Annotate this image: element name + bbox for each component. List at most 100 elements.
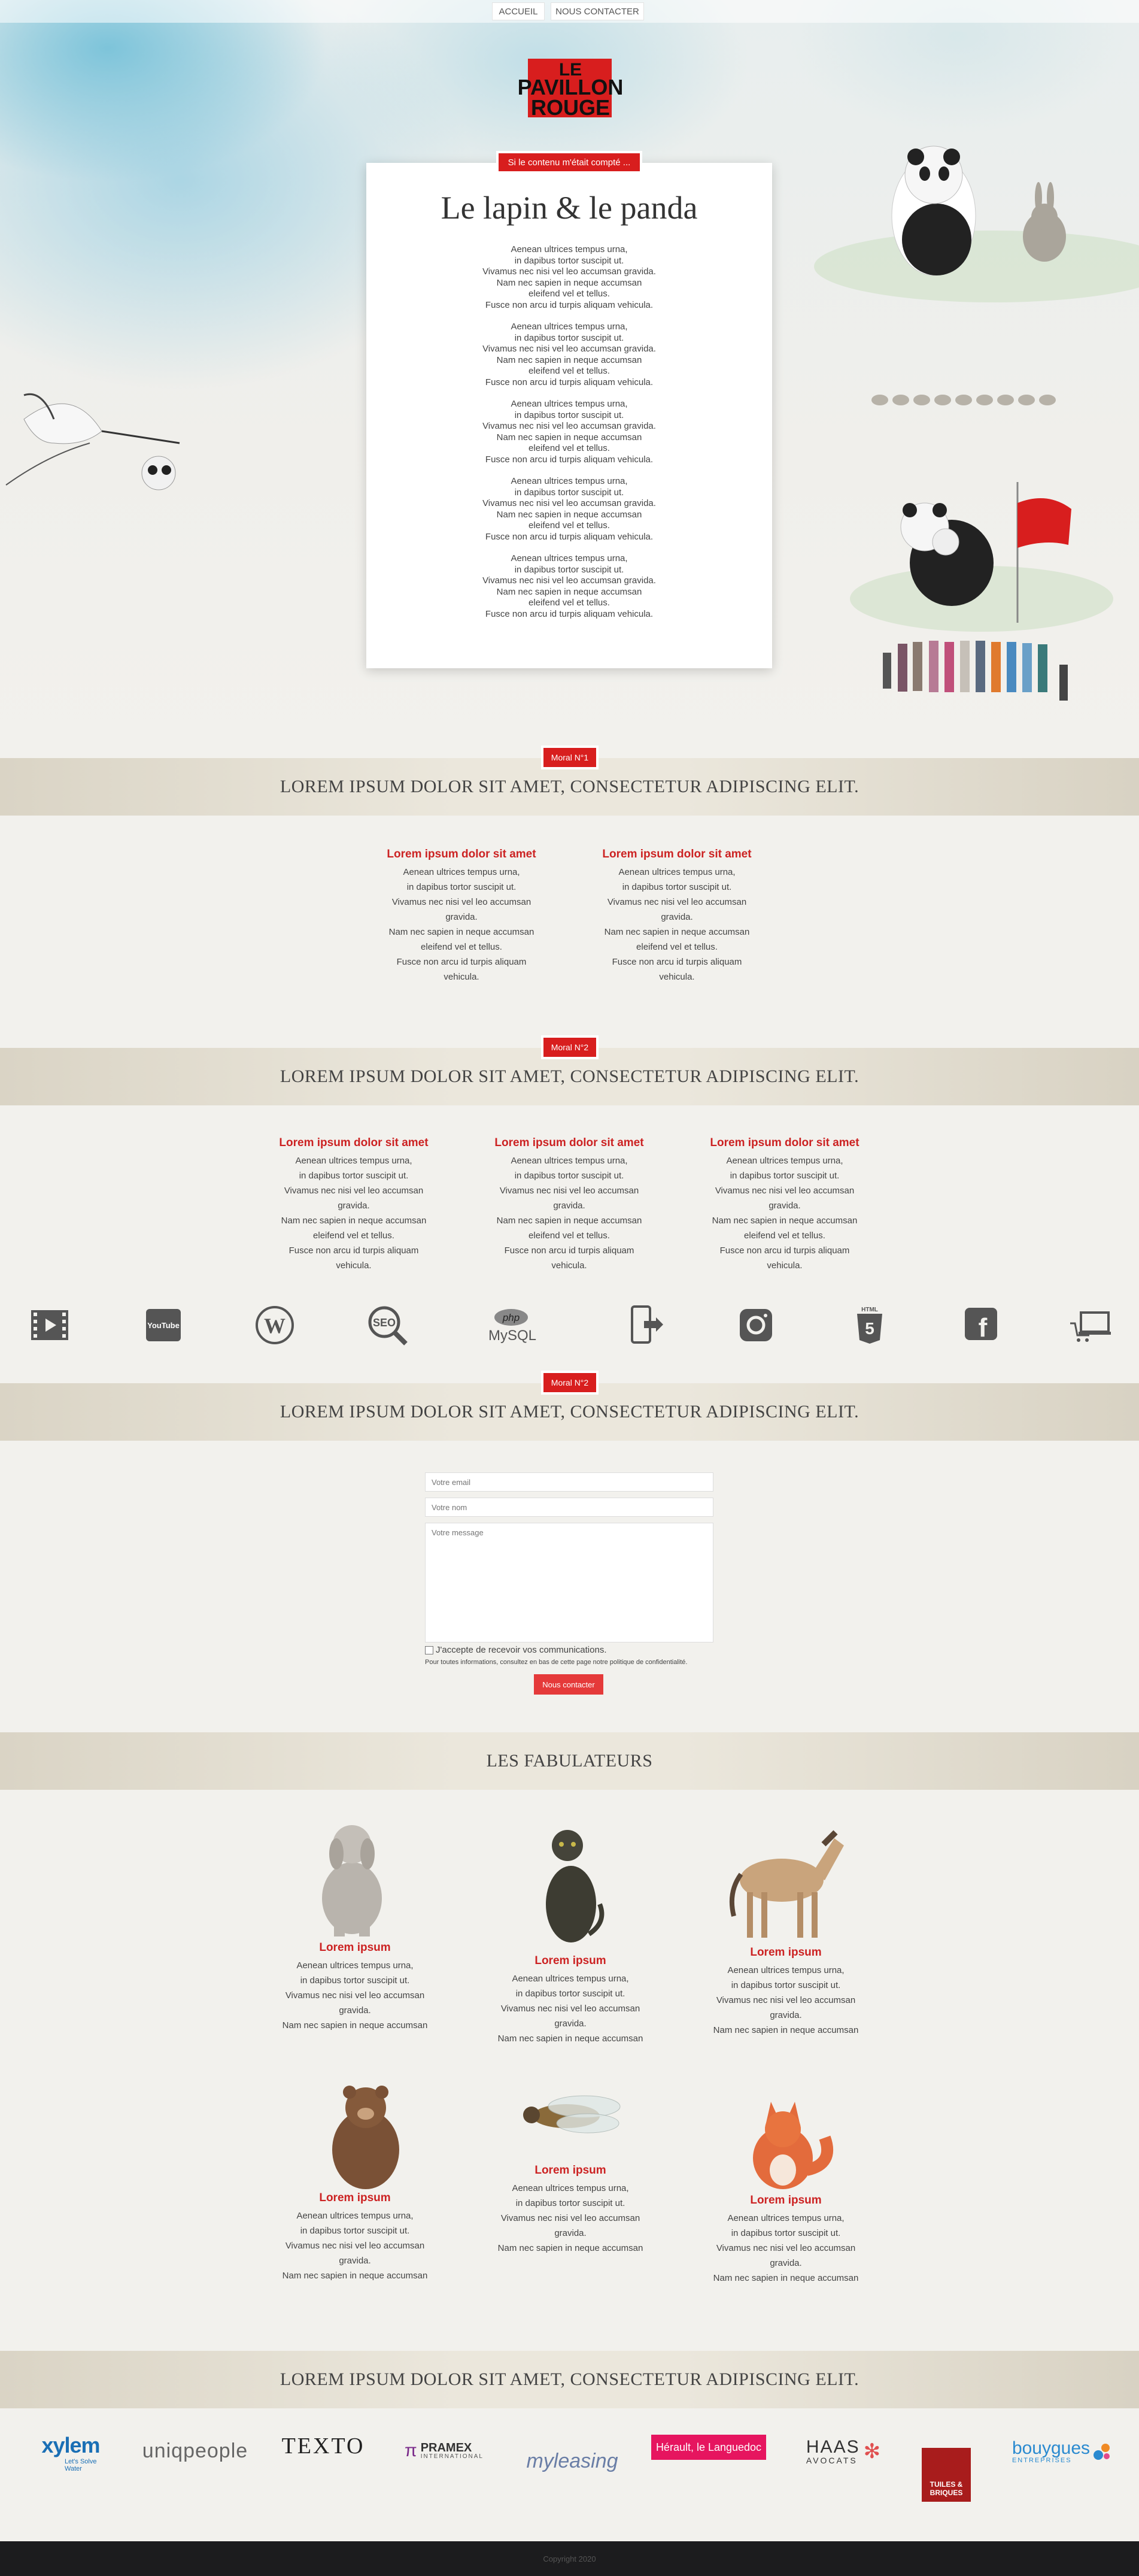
client-bouygues-name: bouygues [1012,2438,1091,2458]
team-member-bio: Aenean ultrices tempus urna, in dapibus t… [484,1971,657,2046]
team-title: LES FABULATEURS [486,1751,653,1771]
story-line: Vivamus nec nisi vel leo accumsan gravid… [482,498,656,508]
column-text: Aenean ultrices tempus urna, in dapibus t… [593,865,761,984]
column-heading: Lorem ipsum dolor sit amet [710,1137,859,1149]
svg-text:W: W [264,1314,285,1338]
client-herault-name: Hérault, le Languedoc [655,2441,762,2453]
column-line: Vivamus nec nisi vel leo accumsan [284,1186,424,1196]
client-tuiles-line2: BRIQUES [930,2489,963,2497]
logo-line3: ROUGE [531,95,610,120]
column-line: Aenean ultrices tempus urna, [618,867,736,877]
story-line: Vivamus nec nisi vel leo accumsan gravid… [482,344,656,354]
footer: Copyright 2020 [0,2541,1139,2576]
story-line: eleifend vel et tellus. [529,289,610,299]
pi-icon: π [405,2441,417,2460]
story-line: in dapibus tortor suscipit ut. [514,410,624,420]
client-pramex: π PRAMEX INTERNATIONAL [396,2436,492,2466]
team-member-bio-line: Vivamus nec nisi vel leo accumsan [716,1995,856,2005]
column-line: in dapibus tortor suscipit ut. [730,1171,840,1181]
team-member-bio-line: Vivamus nec nisi vel leo accumsan [500,2213,640,2223]
hero-badge: Si le contenu m'était compté ... [496,151,642,174]
client-texto-name: TEXTO [281,2433,365,2459]
team-member-bio-line: in dapibus tortor suscipit ut. [731,1980,841,1990]
contact-submit-button[interactable]: Nous contacter [534,1674,603,1695]
column-line: vehicula. [659,972,695,982]
client-haas: HAAS AVOCATS ✻ [798,2433,888,2469]
nav-home-link[interactable]: ACCUEIL [492,2,545,20]
story-line: Aenean ultrices tempus urna, [511,553,628,563]
footer-copyright: Copyright 2020 [543,2554,596,2563]
svg-text:MySQL: MySQL [488,1328,536,1344]
moral2-column: Lorem ipsum dolor sit amet Aenean ultrice… [270,1137,438,1273]
story-line: Fusce non arcu id turpis aliquam vehicul… [485,608,654,619]
svg-text:HTML: HTML [861,1307,878,1313]
message-field[interactable] [425,1523,713,1642]
client-xylem-tagline: Let's Solve Water [65,2458,97,2472]
story-paragraphs: Aenean ultrices tempus urna, in dapibus t… [366,244,772,620]
consent-checkbox[interactable] [425,1645,433,1654]
column-line: gravida. [338,1201,370,1211]
team-member-bio-line: Vivamus nec nisi vel leo accumsan [285,1990,425,2001]
svg-text:f: f [979,1313,988,1342]
team-member-bio-line: Vivamus nec nisi vel leo accumsan [716,2243,856,2253]
team-member-bio: Aenean ultrices tempus urna, in dapibus t… [699,1963,873,2038]
column-heading: Lorem ipsum dolor sit amet [279,1137,429,1149]
story-line: Vivamus nec nisi vel leo accumsan gravid… [482,575,656,586]
panther-illustration [546,1830,605,1942]
email-field[interactable] [425,1472,713,1492]
column-line: vehicula. [444,972,479,982]
column-line: eleifend vel et tellus. [744,1231,825,1241]
moral2-title: LOREM IPSUM DOLOR SIT AMET, CONSECTETUR … [280,1066,859,1086]
seo-icon: SEO [366,1304,408,1346]
team-member-name: Lorem ipsum [319,1941,391,1954]
consent-row: J'accepte de recevoir vos communications… [425,1645,607,1655]
team-member-bio-line: in dapibus tortor suscipit ut. [300,1975,410,1986]
nav-contact-link[interactable]: NOUS CONTACTER [551,2,644,20]
column-line: gravida. [553,1201,585,1211]
moral2-column: Lorem ipsum dolor sit amet Aenean ultrice… [485,1137,653,1273]
column-line: eleifend vel et tellus. [636,942,718,952]
page: LE PAVILLON ROUGE Le lapin & le panda Ae… [0,0,1139,2576]
column-line: gravida. [445,912,478,922]
moral1-column: Lorem ipsum dolor sit amet Aenean ultrice… [378,848,545,984]
moral2-column: Lorem ipsum dolor sit amet Aenean ultrice… [701,1137,868,1273]
team-member-bio-line: Aenean ultrices tempus urna, [512,1974,629,1984]
svg-text:php: php [502,1312,520,1323]
logo-mark: LE PAVILLON ROUGE [518,59,623,120]
team-member-bio-line: Vivamus nec nisi vel leo accumsan [285,2241,425,2251]
story-line: Aenean ultrices tempus urna, [511,244,628,254]
column-heading: Lorem ipsum dolor sit amet [494,1137,644,1149]
team-member-bio-line: gravida. [770,2258,802,2268]
team-member-name: Lorem ipsum [750,1946,822,1959]
team-member: Lorem ipsum Aenean ultrices tempus urna, i… [699,2194,873,2286]
story-line: in dapibus tortor suscipit ut. [514,332,624,343]
column-line: gravida. [769,1201,801,1211]
story-line: Aenean ultrices tempus urna, [511,322,628,332]
team-member-bio-line: Nam nec sapien in neque accumsan [497,2033,643,2044]
column-line: Nam nec sapien in neque accumsan [281,1216,427,1226]
team-member-bio-line: Aenean ultrices tempus urna, [512,2183,629,2193]
team-member-bio: Aenean ultrices tempus urna, in dapibus t… [484,2181,657,2256]
team-member-bio-line: in dapibus tortor suscipit ut. [300,2226,410,2236]
team-member-bio-line: Aenean ultrices tempus urna, [727,1965,845,1975]
column-line: Vivamus nec nisi vel leo accumsan [715,1186,855,1196]
team-member-bio-line: Nam nec sapien in neque accumsan [282,2271,428,2281]
story-line: eleifend vel et tellus. [529,366,610,376]
story-paragraph: Aenean ultrices tempus urna, in dapibus t… [366,322,772,388]
column-line: Vivamus nec nisi vel leo accumsan [391,897,531,907]
column-line: Fusce non arcu id turpis aliquam [396,957,527,967]
clients-title: LOREM IPSUM DOLOR SIT AMET, CONSECTETUR … [280,2369,859,2389]
client-xylem-name: xylem [41,2433,100,2457]
youtube-icon: YouTube [142,1304,184,1346]
story-paragraph: Aenean ultrices tempus urna, in dapibus t… [366,244,772,311]
cicada-illustration [523,2095,621,2133]
client-tuiles-briques: TUILES & BRIQUES [922,2448,971,2502]
client-tuiles-line1: TUILES & [930,2480,963,2489]
client-uniqpeople: uniqpeople [141,2436,249,2466]
fox-illustration [753,2102,834,2189]
name-field[interactable] [425,1498,713,1517]
story-line: Nam nec sapien in neque accumsan [496,432,642,443]
team-member-bio-line: Nam nec sapien in neque accumsan [282,2020,428,2031]
column-line: eleifend vel et tellus. [421,942,502,952]
logo[interactable]: LE PAVILLON ROUGE [510,51,631,122]
